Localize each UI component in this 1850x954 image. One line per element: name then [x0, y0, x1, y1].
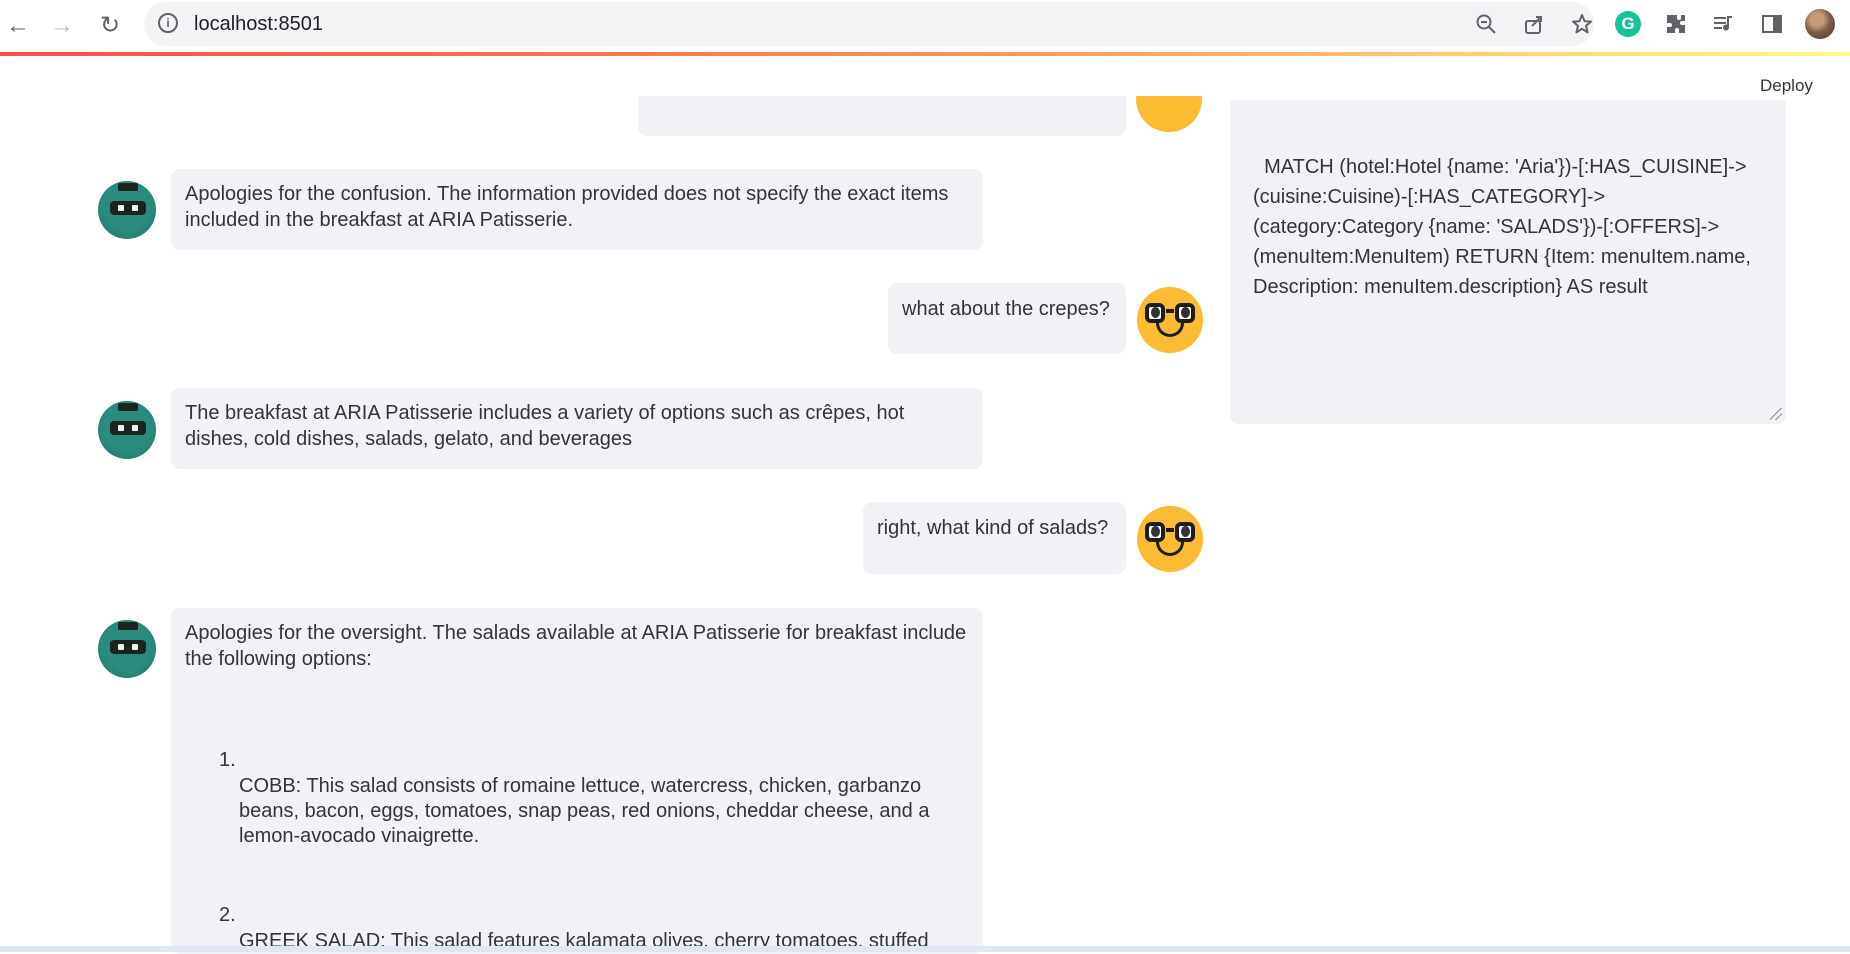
assistant-message-intro: Apologies for the oversight. The salads … [185, 622, 967, 670]
header-mask [1120, 56, 1230, 96]
forward-arrow-icon: → [50, 12, 74, 39]
site-info-icon[interactable]: i [158, 13, 178, 33]
query-text-area[interactable]: MATCH (hotel:Hotel {name: 'Aria'})-[:HAS… [1230, 100, 1786, 424]
reload-icon: ↻ [99, 12, 121, 39]
grammarly-icon[interactable]: G [1610, 6, 1646, 42]
assistant-avatar [98, 181, 156, 239]
deploy-button[interactable]: Deploy [1760, 76, 1813, 96]
query-text[interactable]: MATCH (hotel:Hotel {name: 'Aria'})-[:HAS… [1253, 156, 1757, 298]
forward-button[interactable]: → [44, 8, 80, 44]
grammarly-logo: G [1615, 11, 1641, 37]
streamlit-status-bar [0, 52, 1850, 56]
user-message-bubble-partial [638, 96, 1126, 136]
profile-avatar[interactable] [1802, 6, 1838, 42]
user-message-bubble: right, what kind of salads? [863, 502, 1126, 574]
profile-photo [1805, 9, 1835, 39]
reload-button[interactable]: ↻ [92, 8, 128, 44]
list-item-number: 1. [219, 749, 236, 771]
list-item-text: COBB: This salad consists of romaine let… [239, 775, 930, 847]
assistant-message-bubble: Apologies for the confusion. The informa… [171, 169, 983, 250]
assistant-avatar [98, 620, 156, 678]
extensions-icon[interactable] [1658, 6, 1694, 42]
star-icon[interactable] [1566, 8, 1598, 40]
side-panel-icon[interactable] [1754, 6, 1790, 42]
resize-handle-icon[interactable] [1770, 408, 1782, 420]
back-button[interactable]: ← [0, 8, 36, 44]
user-message-text: right, what kind of salads? [877, 517, 1109, 539]
assistant-message-bubble: The breakfast at ARIA Patisserie include… [171, 388, 983, 469]
media-icon[interactable] [1706, 6, 1742, 42]
user-message-bubble: what about the crepes? [888, 283, 1126, 354]
share-icon[interactable] [1518, 8, 1550, 40]
assistant-message-text: Apologies for the confusion. The informa… [185, 183, 949, 231]
taskbar-edge [0, 946, 1850, 952]
assistant-message-text: The breakfast at ARIA Patisserie include… [185, 402, 905, 450]
browser-toolbar: ← → ↻ i localhost:8501 G [0, 0, 1850, 53]
list-item-number: 2. [219, 904, 236, 926]
address-bar[interactable]: i localhost:8501 [144, 2, 1594, 46]
user-message-text: what about the crepes? [902, 298, 1110, 320]
assistant-avatar [98, 401, 156, 459]
back-arrow-icon: ← [6, 12, 30, 39]
user-avatar [1137, 287, 1203, 353]
url-text[interactable]: localhost:8501 [194, 13, 323, 36]
zoom-icon[interactable] [1470, 8, 1502, 40]
user-avatar [1137, 506, 1203, 572]
